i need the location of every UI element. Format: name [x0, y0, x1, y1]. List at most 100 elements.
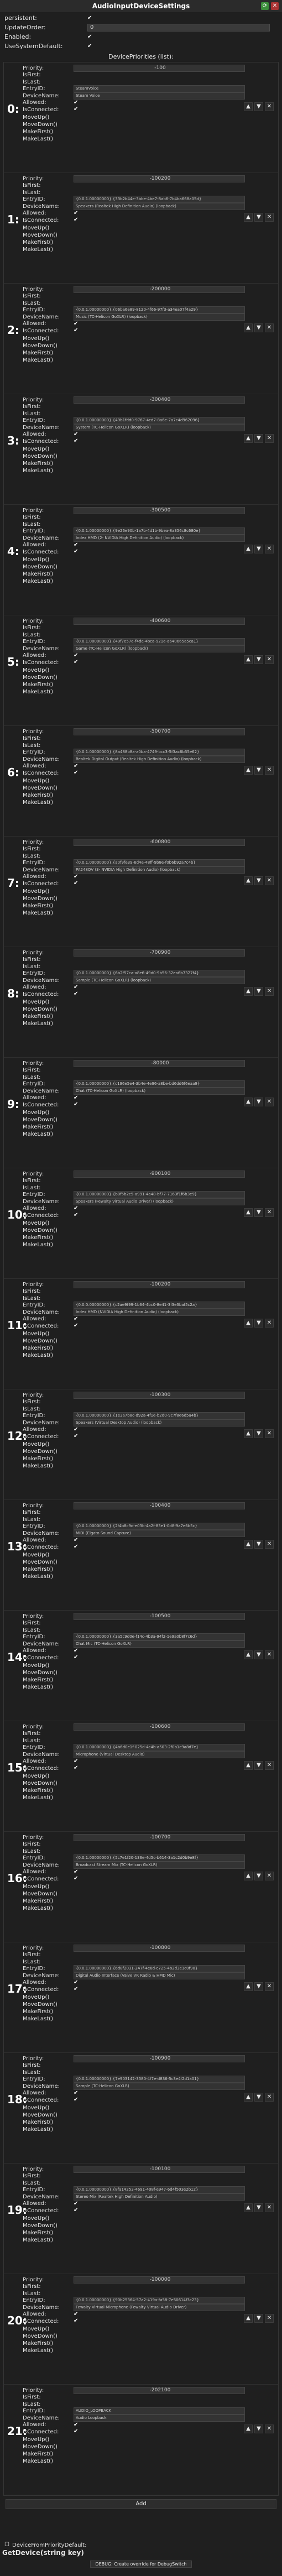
- isfirst-checkbox[interactable]: [74, 1952, 79, 1958]
- movedown-button[interactable]: MoveDown(): [23, 1780, 58, 1787]
- moveup-button[interactable]: MoveUp(): [23, 114, 49, 121]
- islast-checkbox[interactable]: [74, 1959, 79, 1964]
- priority-field[interactable]: -100200: [74, 1281, 245, 1288]
- down-arrow-icon[interactable]: ▼: [254, 1872, 263, 1880]
- makefirst-button[interactable]: MakeFirst(): [23, 571, 53, 578]
- isconnected-checkbox[interactable]: ✔: [74, 770, 79, 776]
- down-arrow-icon[interactable]: ▼: [254, 1982, 263, 1991]
- priority-field[interactable]: -100500: [74, 1612, 245, 1620]
- devicename-field[interactable]: Digital Audio Interface (Valve VR Radio …: [74, 1972, 245, 1979]
- isfirst-checkbox[interactable]: [74, 2284, 79, 2290]
- entryid-field[interactable]: {0.0.1.00000000}.{49f7e57e-f4de-4bca-921…: [74, 638, 245, 645]
- remove-icon[interactable]: ✕: [265, 1429, 274, 1438]
- devicename-field[interactable]: PA248QV (3- NVIDIA High Definition Audio…: [74, 866, 245, 874]
- makefirst-button[interactable]: MakeFirst(): [23, 350, 53, 357]
- remove-icon[interactable]: ✕: [265, 2093, 274, 2102]
- makelast-button[interactable]: MakeLast(): [23, 1021, 53, 1027]
- islast-checkbox[interactable]: [74, 190, 79, 195]
- makelast-button[interactable]: MakeLast(): [23, 1463, 53, 1470]
- isconnected-checkbox[interactable]: ✔: [74, 2208, 79, 2213]
- down-arrow-icon[interactable]: ▼: [254, 1650, 263, 1659]
- makefirst-button[interactable]: MakeFirst(): [23, 1566, 53, 1573]
- moveup-button[interactable]: MoveUp(): [23, 336, 49, 342]
- islast-checkbox[interactable]: [74, 1627, 79, 1633]
- makefirst-button[interactable]: MakeFirst(): [23, 1013, 53, 1020]
- priority-field[interactable]: -100600: [74, 1723, 245, 1731]
- down-arrow-icon[interactable]: ▼: [254, 1761, 263, 1770]
- priority-field[interactable]: -400600: [74, 617, 245, 625]
- devicename-field[interactable]: Music (TC-Helicon GoXLR) (loopback): [74, 313, 245, 321]
- down-arrow-icon[interactable]: ▼: [254, 1319, 263, 1328]
- makefirst-button[interactable]: MakeFirst(): [23, 461, 53, 467]
- makefirst-button[interactable]: MakeFirst(): [23, 1345, 53, 1352]
- movedown-button[interactable]: MoveDown(): [23, 1891, 58, 1898]
- allowed-checkbox[interactable]: ✔: [74, 1427, 79, 1433]
- priority-field[interactable]: -500700: [74, 728, 245, 735]
- priority-field[interactable]: -100100: [74, 2165, 245, 2173]
- remove-icon[interactable]: ✕: [265, 102, 274, 111]
- moveup-button[interactable]: MoveUp(): [23, 1994, 49, 2001]
- allowed-checkbox[interactable]: ✔: [74, 2422, 79, 2428]
- moveup-button[interactable]: MoveUp(): [23, 2216, 49, 2222]
- usesystemdefault-checkbox[interactable]: ✔: [87, 43, 93, 49]
- makefirst-button[interactable]: MakeFirst(): [23, 1788, 53, 1794]
- makefirst-button[interactable]: MakeFirst(): [23, 1677, 53, 1684]
- islast-checkbox[interactable]: [74, 300, 79, 306]
- isfirst-checkbox[interactable]: [74, 1621, 79, 1626]
- up-arrow-icon[interactable]: ▲: [244, 102, 253, 111]
- down-arrow-icon[interactable]: ▼: [254, 655, 263, 664]
- moveup-button[interactable]: MoveUp(): [23, 1110, 49, 1116]
- close-icon[interactable]: ✕: [271, 2, 279, 10]
- priority-field[interactable]: -300500: [74, 506, 245, 514]
- moveup-button[interactable]: MoveUp(): [23, 1884, 49, 1890]
- remove-icon[interactable]: ✕: [265, 1540, 274, 1549]
- down-arrow-icon[interactable]: ▼: [254, 876, 263, 885]
- down-arrow-icon[interactable]: ▼: [254, 1208, 263, 1217]
- down-arrow-icon[interactable]: ▼: [254, 2203, 263, 2212]
- movedown-button[interactable]: MoveDown(): [23, 343, 58, 349]
- moveup-button[interactable]: MoveUp(): [23, 1773, 49, 1780]
- isfirst-checkbox[interactable]: [74, 404, 79, 410]
- devicename-field[interactable]: Index HMD (2- NVIDIA High Definition Aud…: [74, 534, 245, 542]
- up-arrow-icon[interactable]: ▲: [244, 2203, 253, 2212]
- makefirst-button[interactable]: MakeFirst(): [23, 1235, 53, 1241]
- priority-field[interactable]: -100000: [74, 2276, 245, 2284]
- isfirst-checkbox[interactable]: [74, 2173, 79, 2179]
- makelast-button[interactable]: MakeLast(): [23, 468, 53, 474]
- down-arrow-icon[interactable]: ▼: [254, 987, 263, 996]
- allowed-checkbox[interactable]: ✔: [74, 542, 79, 548]
- down-arrow-icon[interactable]: ▼: [254, 545, 263, 553]
- isfirst-checkbox[interactable]: [74, 72, 79, 78]
- up-arrow-icon[interactable]: ▲: [244, 213, 253, 222]
- makelast-button[interactable]: MakeLast(): [23, 1795, 53, 1801]
- isfirst-checkbox[interactable]: [74, 2063, 79, 2068]
- movedown-button[interactable]: MoveDown(): [23, 1559, 58, 1566]
- up-arrow-icon[interactable]: ▲: [244, 2425, 253, 2433]
- devicename-field[interactable]: Index HMD (NVIDIA High Definition Audio)…: [74, 1308, 245, 1316]
- makefirst-button[interactable]: MakeFirst(): [23, 2340, 53, 2347]
- islast-checkbox[interactable]: [74, 1517, 79, 1522]
- remove-icon[interactable]: ✕: [265, 1872, 274, 1880]
- priority-field[interactable]: -202100: [74, 2386, 245, 2394]
- priority-field[interactable]: -100800: [74, 1944, 245, 1952]
- down-arrow-icon[interactable]: ▼: [254, 2425, 263, 2433]
- isfirst-checkbox[interactable]: [74, 1510, 79, 1516]
- entryid-field[interactable]: AUDIO_LOOPBACK: [74, 2407, 245, 2415]
- devicename-field[interactable]: Steam Voice: [74, 92, 245, 100]
- entryid-field[interactable]: {0.0.1.00000000}.{8fa14253-4691-408f-e94…: [74, 2186, 245, 2193]
- devicename-field[interactable]: Fewalty Virtual Microphone (Fewalty Virt…: [74, 2303, 245, 2311]
- entryid-field[interactable]: {0.0.1.00000000}.{6d8f2031-247f-4e6d-c72…: [74, 1965, 245, 1972]
- isfirst-checkbox[interactable]: [74, 1289, 79, 1294]
- devicename-field[interactable]: Microphone (Virtual Desktop Audio): [74, 1751, 245, 1758]
- movedown-button[interactable]: MoveDown(): [23, 1006, 58, 1013]
- makefirst-button[interactable]: MakeFirst(): [23, 792, 53, 799]
- movedown-button[interactable]: MoveDown(): [23, 1117, 58, 1124]
- entryid-field[interactable]: {0.0.1.00000000}.{33b2b44e-3bbe-4be7-8ab…: [74, 196, 245, 203]
- devicename-field[interactable]: Chat (TC-Helicon GoXLR) (loopback): [74, 1087, 245, 1095]
- isconnected-checkbox[interactable]: ✔: [74, 107, 79, 112]
- priority-field[interactable]: -600800: [74, 838, 245, 846]
- moveup-button[interactable]: MoveUp(): [23, 2105, 49, 2112]
- priority-field[interactable]: -700900: [74, 949, 245, 957]
- allowed-checkbox[interactable]: ✔: [74, 874, 79, 880]
- allowed-checkbox[interactable]: ✔: [74, 1316, 79, 1322]
